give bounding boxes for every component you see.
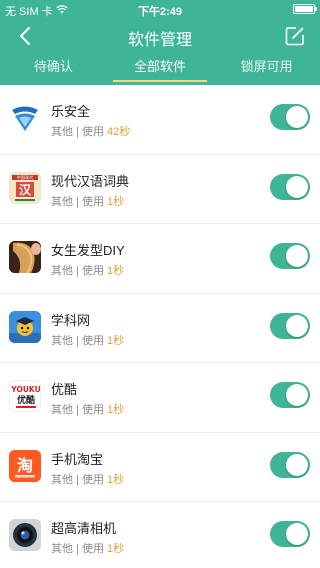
status-time: 下午2:49 (137, 6, 183, 18)
toggle-knob (286, 314, 308, 337)
app-toggle[interactable] (270, 173, 310, 200)
list-item: YOUKU 优酷 优酷 其他 | 使用 1秒 (0, 363, 320, 433)
app-list: 乐安全 其他 | 使用 42秒 中国现代 汉 现代汉语词典 其他 | 使用 1秒 (0, 85, 320, 568)
list-item: 乐安全 其他 | 使用 42秒 (0, 85, 320, 155)
taobao-icon-text: 淘 (17, 456, 33, 475)
list-item: 淘 手机淘宝 其他 | 使用 1秒 (0, 433, 320, 502)
app-toggle[interactable] (270, 104, 310, 130)
app-name: 学科网 (51, 312, 91, 328)
active-tab-indicator (112, 80, 208, 82)
app-meta: 其他 | 使用 1秒 (51, 334, 125, 347)
app-name: 女生发型DIY (51, 243, 125, 258)
app-meta: 其他 | 使用 1秒 (51, 404, 125, 416)
edit-button[interactable] (282, 23, 308, 49)
usage-duration: 1秒 (107, 543, 125, 555)
usage-duration: 1秒 (107, 334, 125, 347)
app-meta: 其他 | 使用 1秒 (51, 195, 125, 208)
app-category: 其他 (51, 334, 73, 347)
usage-label: 使用 (81, 543, 104, 555)
list-item: 学科网 其他 | 使用 1秒 (0, 294, 320, 363)
taobao-app-icon: 淘 (9, 449, 41, 482)
app-category: 其他 (51, 473, 73, 486)
app-category: 其他 (51, 195, 73, 208)
app-name: 优酷 (51, 382, 78, 397)
app-meta: 其他 | 使用 42秒 (51, 126, 131, 138)
dictionary-icon-big-text: 汉 (19, 182, 32, 197)
usage-duration: 1秒 (107, 265, 125, 277)
app-name: 乐安全 (51, 104, 91, 119)
camera-app-icon (9, 519, 41, 551)
shield-app-icon (9, 102, 41, 134)
tab-label: 待确认 (33, 59, 73, 74)
toggle-knob (286, 453, 308, 476)
app-meta: 其他 | 使用 1秒 (51, 265, 125, 277)
toggle-knob (286, 384, 308, 406)
app-meta: 其他 | 使用 1秒 (51, 473, 125, 486)
status-bar: 无 SIM 卡 下午2:49 (0, 0, 320, 20)
battery-icon (293, 4, 317, 14)
app-category: 其他 (51, 543, 73, 555)
tab-bar: 待确认 全部软件 锁屏可用 (0, 54, 320, 85)
tab-pending[interactable]: 待确认 (0, 54, 107, 85)
app-category: 其他 (51, 126, 73, 138)
toggle-knob (286, 523, 308, 545)
usage-label: 使用 (81, 126, 104, 138)
app-toggle[interactable] (270, 382, 310, 408)
list-item: 超高清相机 其他 | 使用 1秒 (0, 502, 320, 568)
usage-label: 使用 (81, 265, 104, 277)
usage-label: 使用 (81, 195, 104, 208)
toggle-knob (286, 175, 308, 198)
usage-duration: 1秒 (107, 404, 125, 416)
dictionary-app-icon: 中国现代 汉 (9, 171, 41, 204)
app-toggle[interactable] (270, 312, 310, 339)
header: 无 SIM 卡 下午2:49 软件管理 待确认 全部软件 锁屏可用 (0, 0, 320, 85)
usage-duration: 42秒 (107, 126, 131, 138)
app-meta: 其他 | 使用 1秒 (51, 543, 125, 555)
youku-app-icon: YOUKU 优酷 (9, 380, 41, 412)
app-toggle[interactable] (270, 243, 310, 269)
app-name: 超高清相机 (51, 521, 117, 536)
youku-icon-top-text: YOUKU (10, 385, 40, 394)
usage-duration: 1秒 (107, 195, 125, 208)
tab-lockscreen[interactable]: 锁屏可用 (213, 54, 320, 85)
usage-label: 使用 (81, 473, 104, 486)
nav-bar: 软件管理 (0, 20, 320, 54)
app-name: 手机淘宝 (51, 451, 104, 467)
edit-icon (285, 27, 304, 46)
app-toggle[interactable] (270, 521, 310, 547)
battery-indicator (293, 4, 317, 14)
list-item: 中国现代 汉 现代汉语词典 其他 | 使用 1秒 (0, 155, 320, 224)
usage-label: 使用 (81, 334, 104, 347)
app-category: 其他 (51, 265, 73, 277)
tab-all-apps[interactable]: 全部软件 (107, 54, 214, 85)
app-category: 其他 (51, 404, 73, 416)
usage-duration: 1秒 (107, 473, 125, 486)
toggle-knob (286, 245, 308, 267)
app-name: 现代汉语词典 (51, 173, 130, 189)
tab-label: 全部软件 (134, 59, 187, 74)
tab-label: 锁屏可用 (240, 59, 293, 74)
app-toggle[interactable] (270, 451, 310, 478)
xueke-app-icon (9, 310, 41, 343)
page-title: 软件管理 (127, 32, 192, 49)
dictionary-icon-top-text: 中国现代 (17, 174, 35, 181)
usage-label: 使用 (81, 404, 104, 416)
toggle-knob (286, 106, 308, 128)
list-item: 女生发型DIY 其他 | 使用 1秒 (0, 224, 320, 294)
youku-icon-mid-text: 优酷 (17, 394, 35, 406)
hairstyle-app-icon (9, 241, 41, 273)
